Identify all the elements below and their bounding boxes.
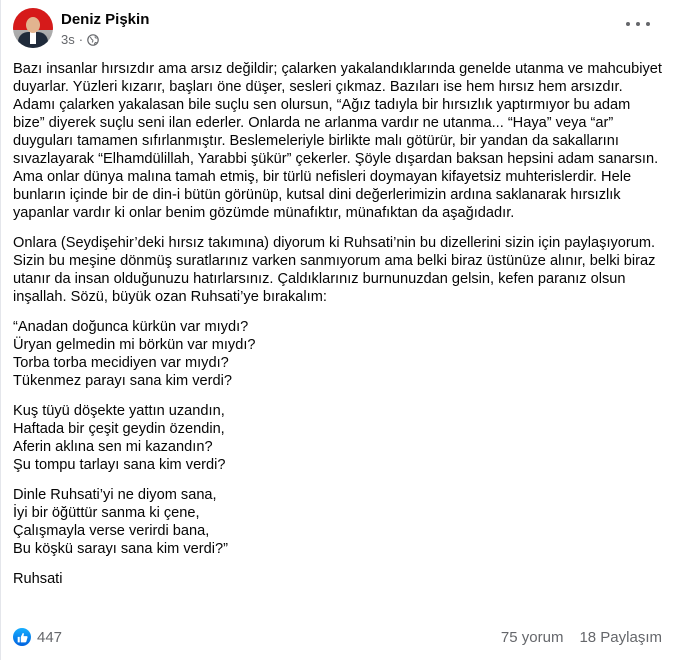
- post-subline: 3s ·: [61, 33, 149, 47]
- poem-line: Bu köşkü sarayı sana kim verdi?”: [13, 541, 228, 557]
- reactions-count[interactable]: 447: [37, 629, 62, 646]
- poem-line: Aferin aklına sen mi kazandın?: [13, 439, 213, 455]
- dot: [636, 22, 640, 26]
- more-options-icon[interactable]: [626, 16, 650, 32]
- poem-line: Çalışmayla verse verirdi bana,: [13, 523, 210, 539]
- globe-icon: [87, 34, 99, 46]
- post-card: Deniz Pişkin 3s · Bazı insanlar hırsızdı…: [0, 0, 676, 660]
- author-name[interactable]: Deniz Pişkin: [61, 11, 149, 29]
- poem-line: Dinle Ruhsati’yi ne diyom sana,: [13, 487, 217, 503]
- avatar-face: [26, 17, 40, 33]
- comments-count[interactable]: 75 yorum: [501, 629, 564, 646]
- poem-line: Torba torba mecidiyen var mıydı?: [13, 355, 229, 371]
- poem-stanza: Dinle Ruhsati’yi ne diyom sana, İyi bir …: [13, 486, 663, 558]
- poem-line: İyi bir öğüttür sanma ki çene,: [13, 505, 200, 521]
- dot: [626, 22, 630, 26]
- poem-line: Üryan gelmedin mi börkün var mıydı?: [13, 337, 256, 353]
- dot: [646, 22, 650, 26]
- post-footer: 447 75 yorum 18 Paylaşım: [13, 627, 662, 647]
- poem-line: Kuş tüyü döşekte yattın uzandın,: [13, 403, 225, 419]
- avatar-shirt: [30, 32, 36, 44]
- separator-dot: ·: [78, 32, 84, 47]
- post-paragraph: Onlara (Seydişehir’deki hırsız takımına)…: [13, 235, 656, 305]
- thumbs-up-icon: [17, 632, 28, 642]
- post-time[interactable]: 3s: [61, 33, 75, 47]
- shares-count[interactable]: 18 Paylaşım: [579, 629, 662, 646]
- post-meta: Deniz Pişkin 3s ·: [61, 11, 149, 47]
- avatar[interactable]: [13, 8, 53, 48]
- poem-stanza: “Anadan doğunca kürkün var mıydı? Üryan …: [13, 318, 663, 390]
- post-paragraph: Bazı insanlar hırsızdır ama arsız değild…: [13, 61, 662, 221]
- poem-line: Haftada bir çeşit geydin özendin,: [13, 421, 225, 437]
- poem-line: Şu tompu tarlayı sana kim verdi?: [13, 457, 226, 473]
- poem-stanza: Kuş tüyü döşekte yattın uzandın, Haftada…: [13, 402, 663, 474]
- poem-signature: Ruhsati: [13, 571, 63, 587]
- poem-line: Tükenmez parayı sana kim verdi?: [13, 373, 232, 389]
- poem-line: “Anadan doğunca kürkün var mıydı?: [13, 319, 249, 335]
- post-body: Bazı insanlar hırsızdır ama arsız değild…: [13, 60, 663, 600]
- like-icon[interactable]: [13, 628, 31, 646]
- post-header: Deniz Pişkin 3s ·: [13, 8, 149, 48]
